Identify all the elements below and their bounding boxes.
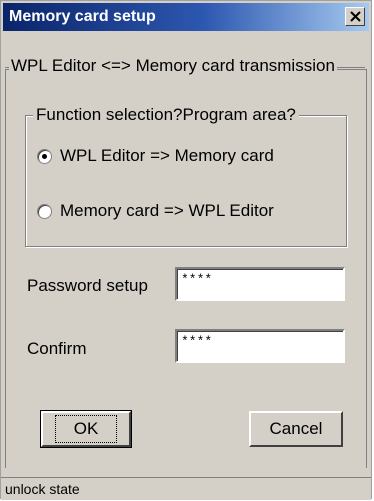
radio-label-editor-to-card: WPL Editor => Memory card [60,146,274,165]
radio-button-unchecked[interactable] [37,203,52,219]
close-icon [350,11,361,22]
window-title: Memory card setup [9,8,156,25]
radio-editor-to-card[interactable]: WPL Editor => Memory card [37,146,274,166]
cancel-button[interactable]: Cancel [249,411,343,447]
ok-button[interactable]: OK [40,410,132,448]
radio-label-card-to-editor: Memory card => WPL Editor [60,201,274,220]
password-setup-label: Password setup [27,276,148,295]
confirm-password-field[interactable]: **** [175,329,345,363]
memory-card-setup-dialog: Memory card setup WPL Editor <=> Memory … [0,0,372,500]
cancel-button-label: Cancel [269,419,323,438]
transmission-group-legend: WPL Editor <=> Memory card transmission [9,56,337,76]
password-setup-field[interactable]: **** [175,267,345,301]
status-bar: unlock state [1,477,371,500]
radio-card-to-editor[interactable]: Memory card => WPL Editor [37,201,274,221]
status-text: unlock state [5,481,80,497]
title-bar[interactable]: Memory card setup [3,3,369,31]
function-selection-group [25,115,347,247]
radio-button-checked[interactable] [37,148,52,164]
close-button[interactable] [345,7,365,26]
ok-button-label: OK [54,415,118,443]
function-selection-legend: Function selection?Program area? [33,105,299,125]
confirm-label: Confirm [27,339,87,358]
